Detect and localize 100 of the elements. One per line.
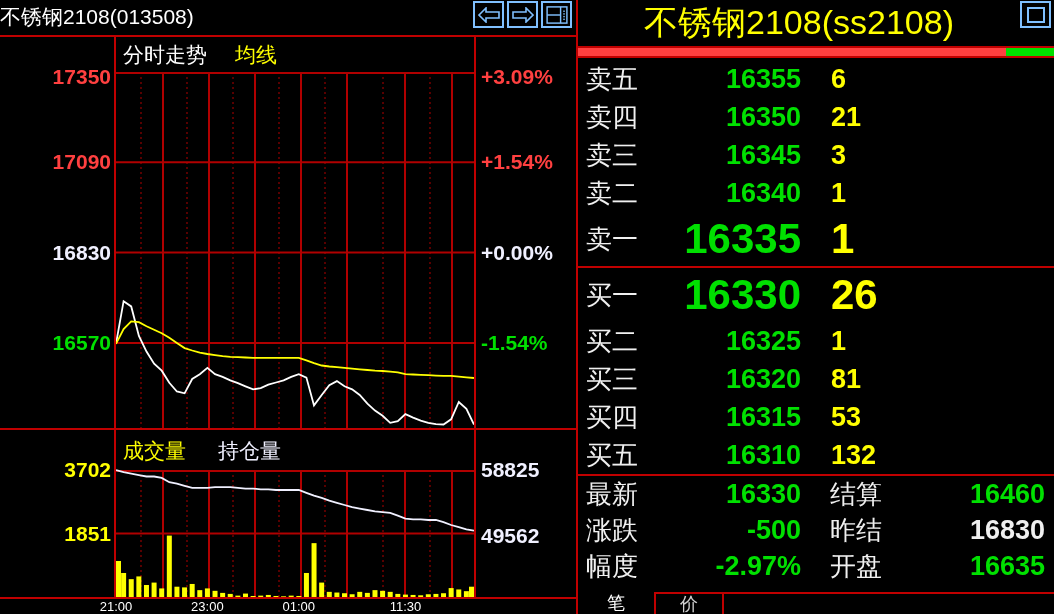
left-arrow-icon (477, 6, 500, 23)
bid-price: 16315 (725, 403, 801, 431)
price-axis-label: 17090 (52, 150, 111, 175)
bar (311, 543, 317, 597)
bar (136, 576, 142, 597)
right-arrow-icon (511, 6, 534, 23)
order-level-label: 买三 (586, 366, 638, 392)
tab[interactable]: 笔 (578, 592, 654, 614)
stat-label: 涨跌 (586, 517, 638, 543)
bar (143, 584, 149, 597)
bar (463, 591, 469, 597)
bar (395, 593, 401, 597)
bar (334, 592, 340, 597)
percent-axis-label: +1.54% (481, 150, 553, 175)
order-level-label: 卖四 (586, 104, 638, 130)
volume-axis-label: 1851 (64, 521, 111, 546)
bar (227, 593, 233, 597)
percent-axis-label: +0.00% (481, 240, 553, 265)
bar (357, 591, 363, 597)
square-icon (1026, 6, 1045, 23)
ask-volume: 3 (831, 141, 847, 169)
bid-price: 16325 (725, 327, 801, 355)
bar (380, 590, 386, 597)
bid-volume: 53 (831, 403, 862, 431)
order-level-label: 买一 (586, 282, 638, 308)
bar (128, 579, 134, 597)
legend-label: 成交量 (123, 439, 186, 461)
order-level-label: 卖二 (586, 180, 638, 206)
order-level-label: 卖三 (586, 142, 638, 168)
ask-price: 16350 (725, 103, 801, 131)
volume-axis-label: 3702 (64, 458, 111, 482)
window-button[interactable] (1020, 1, 1051, 28)
legend-label: 分时走势 (123, 44, 207, 65)
percent-axis-label: +3.09% (481, 65, 553, 89)
bar (166, 535, 172, 597)
time-axis-label: 01:00 (282, 599, 316, 614)
bar (265, 594, 271, 597)
bar (448, 588, 454, 597)
bar (456, 589, 462, 597)
time-axis-label: 11:30 (389, 599, 422, 614)
bar (182, 587, 188, 597)
bid-price: 16320 (725, 365, 801, 393)
bar (189, 583, 195, 597)
order-level-label: 卖五 (586, 66, 638, 92)
back-button[interactable] (473, 1, 504, 28)
legend-label: 持仓量 (218, 440, 281, 461)
bar (220, 592, 226, 597)
stat-value: 16460 (969, 480, 1045, 508)
forward-button[interactable] (507, 1, 538, 28)
time-axis-label: 23:00 (191, 599, 224, 614)
price-axis-label: 16830 (52, 240, 111, 265)
bar (174, 586, 180, 597)
bid-volume: 81 (831, 365, 862, 393)
bar (212, 590, 218, 597)
bar (441, 593, 447, 597)
bar (204, 588, 210, 597)
ask-volume: 1 (831, 179, 847, 207)
ask-volume: 1 (831, 218, 855, 260)
instrument-title: 不锈钢2108(013508) (0, 6, 194, 27)
bar (387, 591, 393, 597)
bar (303, 572, 309, 597)
open-interest-axis-label: 58825 (481, 457, 540, 482)
ask-price: 16355 (725, 65, 801, 93)
bar (159, 588, 165, 597)
stat-value: 16635 (969, 552, 1045, 580)
bar (372, 590, 378, 597)
percent-axis-label: -1.54% (481, 330, 548, 355)
bid-price: 16310 (725, 441, 801, 469)
bar (349, 594, 355, 597)
bar (319, 582, 325, 597)
stat-value: 16330 (725, 480, 801, 508)
layout-button[interactable] (541, 1, 572, 28)
bar (342, 593, 348, 597)
bid-price: 16330 (684, 274, 801, 316)
stat-label: 开盘 (830, 553, 882, 579)
stat-label: 幅度 (586, 553, 638, 579)
bid-volume: 132 (831, 441, 877, 469)
bar (364, 592, 370, 597)
legend-label: 均线 (235, 44, 277, 65)
bar (326, 591, 332, 597)
quote-title: 不锈钢2108(ss2108) (644, 2, 954, 43)
bid-volume: 26 (831, 274, 878, 316)
bar (410, 594, 416, 597)
stat-value: -500 (746, 516, 801, 544)
ask-price: 16335 (684, 218, 801, 260)
ask-price: 16340 (725, 179, 801, 207)
tab[interactable]: 价 (654, 592, 724, 614)
ask-volume: 21 (831, 103, 862, 131)
bar (197, 590, 203, 597)
order-level-label: 买四 (586, 404, 638, 430)
bar (151, 582, 157, 597)
bar (425, 594, 431, 597)
order-level-label: 买二 (586, 328, 638, 354)
bar (433, 593, 439, 597)
stat-value: -2.97% (715, 552, 801, 580)
ask-volume: 6 (831, 65, 847, 93)
order-level-label: 卖一 (586, 226, 638, 252)
stat-label: 最新 (586, 481, 638, 507)
price-axis-label: 17350 (52, 65, 111, 89)
order-level-label: 买五 (586, 442, 638, 468)
